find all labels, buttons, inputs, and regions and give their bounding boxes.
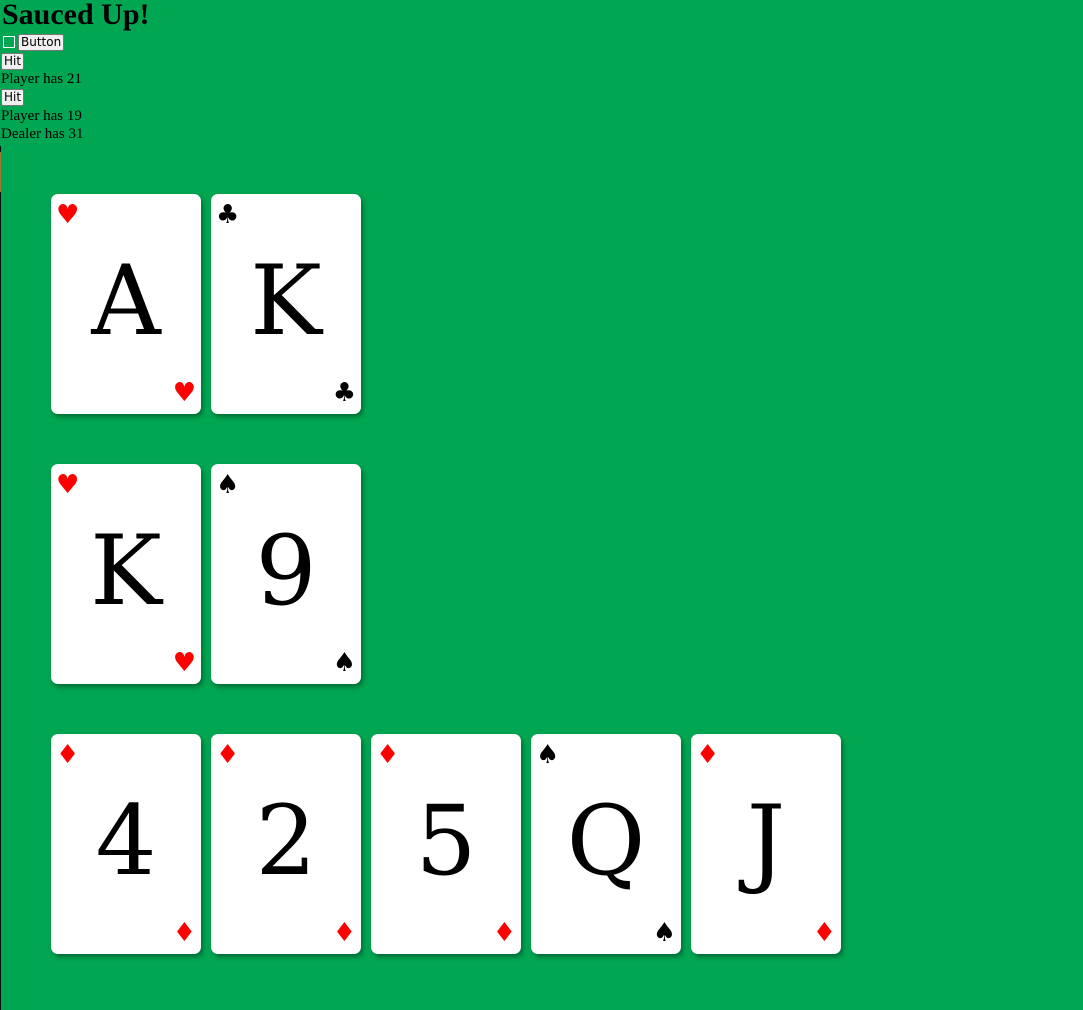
diamond-icon: ♦: [56, 740, 80, 770]
club-icon: ♣: [216, 200, 240, 230]
dealer-score: Dealer has 31: [1, 126, 84, 142]
control-row: Button: [0, 32, 65, 52]
player-1-score: Player has 21: [1, 71, 82, 87]
diamond-icon: ♦: [812, 918, 836, 948]
playing-card: ♣ K ♣: [211, 194, 361, 414]
card-rank: 5: [415, 785, 477, 897]
spade-icon: ♠: [216, 470, 240, 500]
heart-icon: ♥: [56, 200, 80, 230]
hit-button-player-2[interactable]: Hit: [1, 89, 25, 106]
playing-card: ♦ 5 ♦: [371, 734, 521, 954]
player-1-hand: ♥ A ♥ ♣ K ♣: [51, 194, 361, 414]
heart-icon: ♥: [172, 378, 196, 408]
card-rank: K: [90, 515, 162, 627]
playing-card: ♥ A ♥: [51, 194, 201, 414]
card-rank: 4: [95, 785, 157, 897]
card-rank: J: [746, 785, 786, 897]
playing-card: ♠ Q ♠: [531, 734, 681, 954]
diamond-icon: ♦: [492, 918, 516, 948]
diamond-icon: ♦: [172, 918, 196, 948]
heart-icon: ♥: [172, 648, 196, 678]
generic-button[interactable]: Button: [18, 33, 65, 51]
player-2-score: Player has 19: [1, 108, 82, 124]
spade-icon: ♠: [332, 648, 356, 678]
playing-card: ♦ 2 ♦: [211, 734, 361, 954]
spade-icon: ♠: [652, 918, 676, 948]
heart-icon: ♥: [56, 470, 80, 500]
spade-icon: ♠: [536, 740, 560, 770]
left-border-line: [0, 146, 1, 1010]
checkbox[interactable]: [3, 36, 15, 48]
club-icon: ♣: [332, 378, 356, 408]
dealer-hand: ♦ 4 ♦ ♦ 2 ♦ ♦ 5 ♦ ♠ Q ♠ ♦ J ♦: [51, 734, 841, 954]
card-rank: 2: [255, 785, 317, 897]
card-rank: Q: [566, 785, 646, 897]
diamond-icon: ♦: [696, 740, 720, 770]
page-title: Sauced Up!: [2, 0, 150, 31]
left-border-accent: [0, 152, 1, 192]
diamond-icon: ♦: [216, 740, 240, 770]
playing-card: ♥ K ♥: [51, 464, 201, 684]
card-rank: 9: [255, 515, 317, 627]
diamond-icon: ♦: [332, 918, 356, 948]
player-2-hand: ♥ K ♥ ♠ 9 ♠: [51, 464, 361, 684]
card-rank: A: [91, 245, 161, 357]
playing-card: ♦ 4 ♦: [51, 734, 201, 954]
hit-button-player-1[interactable]: Hit: [1, 53, 25, 70]
playing-card: ♠ 9 ♠: [211, 464, 361, 684]
card-rank: K: [250, 245, 322, 357]
playing-card: ♦ J ♦: [691, 734, 841, 954]
diamond-icon: ♦: [376, 740, 400, 770]
